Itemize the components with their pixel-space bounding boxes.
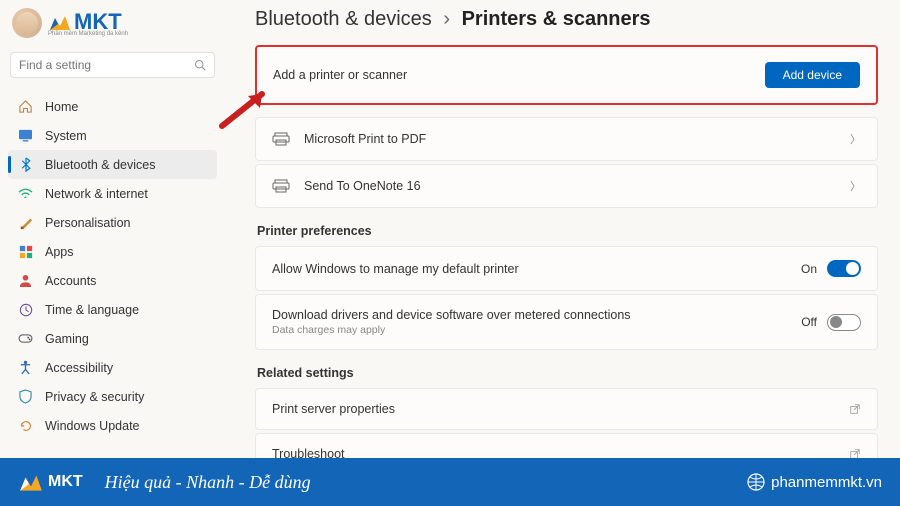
system-icon	[18, 128, 33, 143]
sidebar-item-network[interactable]: Network & internet	[8, 179, 217, 208]
sidebar-item-system[interactable]: System	[8, 121, 217, 150]
footer-logo-text: MKT	[48, 473, 83, 491]
sidebar-item-label: Windows Update	[45, 419, 140, 433]
add-device-button[interactable]: Add device	[765, 62, 860, 88]
toggle-state-text: On	[801, 262, 817, 276]
breadcrumb: Bluetooth & devices › Printers & scanner…	[255, 8, 878, 31]
mkt-logo-icon	[18, 471, 44, 493]
sidebar-item-label: Time & language	[45, 303, 139, 317]
chevron-right-icon: ›	[443, 8, 450, 30]
sidebar-item-label: Accessibility	[45, 361, 113, 375]
breadcrumb-parent[interactable]: Bluetooth & devices	[255, 8, 432, 30]
brush-icon	[18, 215, 33, 230]
sidebar-item-label: Home	[45, 100, 78, 114]
sidebar-item-label: Network & internet	[45, 187, 148, 201]
sidebar-item-personalisation[interactable]: Personalisation	[8, 208, 217, 237]
footer-logo: MKT	[18, 471, 83, 493]
related-label: Print server properties	[272, 402, 849, 416]
printer-label: Microsoft Print to PDF	[304, 132, 850, 146]
clock-icon	[18, 302, 33, 317]
sidebar-item-label: Bluetooth & devices	[45, 158, 156, 172]
sidebar-item-accessibility[interactable]: Accessibility	[8, 353, 217, 382]
search-icon	[194, 59, 206, 71]
wifi-icon	[18, 186, 33, 201]
pref-sublabel: Data charges may apply	[272, 324, 801, 336]
section-title-preferences: Printer preferences	[257, 224, 878, 238]
toggle-switch[interactable]	[827, 314, 861, 331]
logo-subtitle: Phần mềm Marketing đa kênh	[48, 31, 128, 37]
chevron-right-icon: 〉	[850, 131, 861, 147]
home-icon	[18, 99, 33, 114]
external-link-icon	[849, 448, 861, 458]
sidebar-item-label: Apps	[45, 245, 74, 259]
sidebar-item-label: Accounts	[45, 274, 96, 288]
sidebar-item-bluetooth[interactable]: Bluetooth & devices	[8, 150, 217, 179]
mkt-logo-icon	[48, 12, 72, 32]
sidebar-item-accounts[interactable]: Accounts	[8, 266, 217, 295]
apps-icon	[18, 244, 33, 259]
add-printer-row: Add a printer or scanner Add device	[255, 45, 878, 105]
printer-row[interactable]: Send To OneNote 16 〉	[255, 164, 878, 208]
sidebar-item-label: Gaming	[45, 332, 89, 346]
toggle-state-text: Off	[801, 315, 817, 329]
sidebar-item-update[interactable]: Windows Update	[8, 411, 217, 440]
breadcrumb-current: Printers & scanners	[462, 8, 651, 30]
external-link-icon	[849, 403, 861, 415]
person-icon	[18, 273, 33, 288]
globe-icon	[747, 473, 765, 491]
sidebar-nav: Home System Bluetooth & devices Network …	[8, 92, 217, 440]
pref-label: Download drivers and device software ove…	[272, 308, 801, 322]
sidebar-item-privacy[interactable]: Privacy & security	[8, 382, 217, 411]
footer-url[interactable]: phanmemmkt.vn	[747, 473, 882, 491]
sidebar-item-apps[interactable]: Apps	[8, 237, 217, 266]
footer-url-text: phanmemmkt.vn	[771, 474, 882, 491]
bluetooth-icon	[18, 157, 33, 172]
footer-banner: MKT Hiệu quả - Nhanh - Dễ dùng phanmemmk…	[0, 458, 900, 506]
accessibility-icon	[18, 360, 33, 375]
pref-metered-download: Download drivers and device software ove…	[255, 294, 878, 350]
printer-icon	[272, 132, 290, 146]
toggle-switch[interactable]	[827, 260, 861, 277]
sidebar-item-gaming[interactable]: Gaming	[8, 324, 217, 353]
printer-icon	[272, 179, 290, 193]
gamepad-icon	[18, 331, 33, 346]
sidebar-item-label: Privacy & security	[45, 390, 144, 404]
related-print-server[interactable]: Print server properties	[255, 388, 878, 430]
shield-icon	[18, 389, 33, 404]
chevron-right-icon: 〉	[850, 178, 861, 194]
sidebar-item-label: System	[45, 129, 87, 143]
brand-logo: MKT Phần mềm Marketing đa kênh	[8, 0, 217, 48]
printer-label: Send To OneNote 16	[304, 179, 850, 193]
related-label: Troubleshoot	[272, 447, 849, 458]
section-title-related: Related settings	[257, 366, 878, 380]
sidebar-item-time[interactable]: Time & language	[8, 295, 217, 324]
update-icon	[18, 418, 33, 433]
related-troubleshoot[interactable]: Troubleshoot	[255, 433, 878, 458]
add-printer-label: Add a printer or scanner	[273, 68, 765, 82]
sidebar-item-home[interactable]: Home	[8, 92, 217, 121]
footer-tagline: Hiệu quả - Nhanh - Dễ dùng	[105, 472, 747, 493]
pref-default-printer: Allow Windows to manage my default print…	[255, 246, 878, 291]
sidebar-item-label: Personalisation	[45, 216, 130, 230]
search-input-wrap[interactable]	[10, 52, 215, 78]
printer-row[interactable]: Microsoft Print to PDF 〉	[255, 117, 878, 161]
user-avatar	[12, 8, 42, 38]
search-input[interactable]	[19, 58, 194, 72]
pref-label: Allow Windows to manage my default print…	[272, 262, 801, 276]
